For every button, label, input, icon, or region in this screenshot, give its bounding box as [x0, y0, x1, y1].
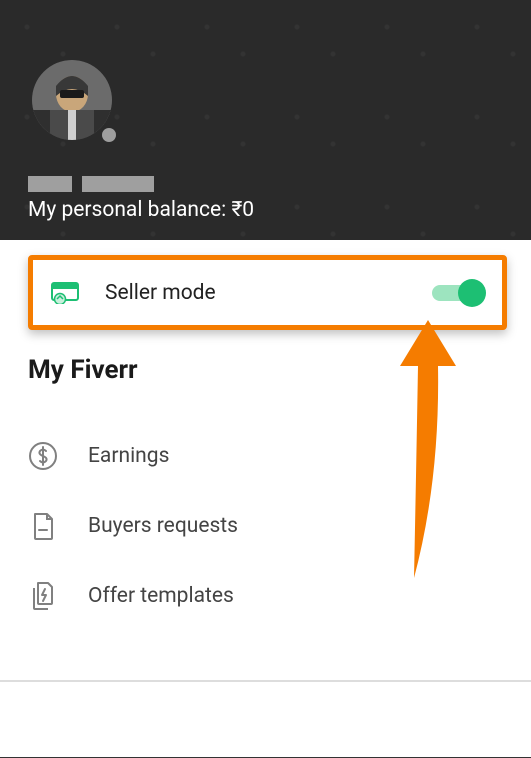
seller-mode-highlight: Seller mode — [28, 255, 507, 330]
dollar-circle-icon — [28, 441, 58, 471]
balance-label: My personal balance: — [28, 198, 231, 222]
nav-home[interactable] — [36, 703, 70, 737]
bottom-nav — [0, 680, 531, 758]
nav-inbox[interactable] — [142, 703, 176, 737]
menu-item-buyers-requests[interactable]: Buyers requests — [28, 491, 503, 561]
seller-mode-row[interactable]: Seller mode — [33, 260, 502, 325]
seller-mode-toggle[interactable] — [432, 279, 484, 307]
menu-label: Buyers requests — [88, 514, 238, 538]
documents-lightning-icon — [28, 581, 58, 611]
menu-item-earnings[interactable]: Earnings — [28, 421, 503, 491]
menu-label: Earnings — [88, 444, 169, 468]
nav-notifications[interactable] — [355, 703, 389, 737]
status-dot-icon — [102, 128, 116, 142]
seller-card-icon — [51, 282, 79, 304]
seller-mode-label: Seller mode — [105, 281, 406, 305]
menu-item-offer-templates[interactable]: Offer templates — [28, 561, 503, 631]
avatar-image — [32, 60, 112, 140]
document-minus-icon — [28, 511, 58, 541]
profile-header: My personal balance: ₹0 — [0, 0, 531, 240]
avatar[interactable] — [32, 60, 112, 140]
balance-text: My personal balance: ₹0 — [28, 198, 531, 222]
nav-orders[interactable] — [248, 703, 282, 737]
username-redacted — [28, 176, 531, 192]
nav-profile[interactable] — [461, 703, 495, 737]
section-title: My Fiverr — [28, 355, 503, 385]
balance-value: ₹0 — [231, 198, 254, 222]
menu-label: Offer templates — [88, 584, 234, 608]
